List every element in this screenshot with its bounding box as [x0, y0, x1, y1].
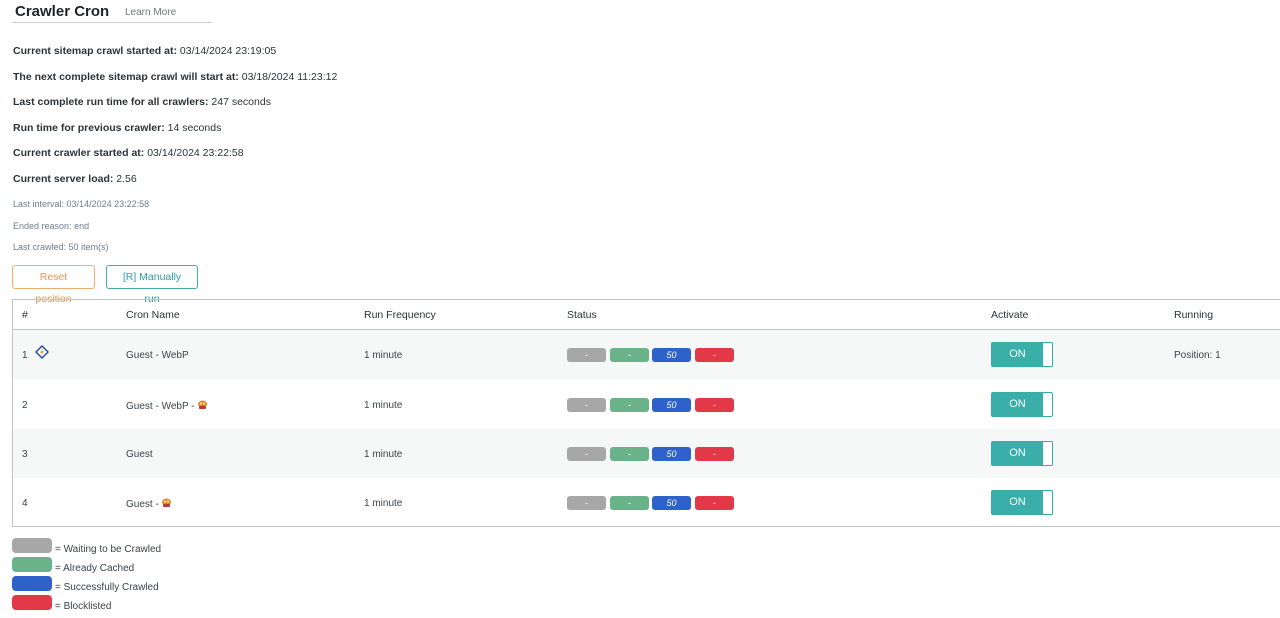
bot-icon [197, 400, 207, 409]
status-blocklisted: - [695, 447, 734, 461]
status-crawled: 50 [652, 348, 691, 362]
ended-reason: Ended reason: end [13, 221, 90, 231]
table-header: # Cron Name Run Frequency Status Activat… [13, 300, 1280, 330]
status-crawled: 50 [652, 398, 691, 412]
activate-toggle[interactable]: ON [991, 490, 1053, 515]
run-frequency: 1 minute [364, 498, 403, 509]
status-cached: - [610, 447, 649, 461]
table-row: 2 Guest - WebP - 1 minute - - 50 - ON [13, 380, 1280, 429]
row-number: 1 [22, 350, 28, 361]
legend-swatch-blocklisted [12, 595, 52, 610]
status-crawled: 50 [652, 447, 691, 461]
current-crawler-started: Current crawler started at: 03/14/2024 2… [13, 147, 244, 159]
running-position: Position: 1 [1174, 350, 1221, 361]
row-number: 4 [22, 498, 28, 509]
status-blocklisted: - [695, 348, 734, 362]
legend-blocklisted: = Blocklisted [55, 601, 112, 612]
legend-swatch-waiting [12, 538, 52, 553]
cron-name: Guest - WebP [126, 350, 189, 361]
previous-crawler-run-time: Run time for previous crawler: 14 second… [13, 122, 222, 134]
litespeed-icon [35, 345, 49, 359]
col-cron-name: Cron Name [126, 309, 180, 321]
col-number: # [22, 309, 28, 321]
crawler-table: # Cron Name Run Frequency Status Activat… [12, 299, 1280, 527]
status-crawled: 50 [652, 496, 691, 510]
status-cached: - [610, 496, 649, 510]
col-run-frequency: Run Frequency [364, 309, 436, 321]
last-crawled: Last crawled: 50 item(s) [13, 242, 109, 252]
cron-name: Guest [126, 449, 153, 460]
last-complete-run-time: Last complete run time for all crawlers:… [13, 96, 271, 108]
bot-icon [161, 498, 171, 507]
col-status: Status [567, 309, 597, 321]
last-interval: Last interval: 03/14/2024 23:22:58 [13, 199, 150, 209]
status-waiting: - [567, 398, 606, 412]
legend-swatch-cached [12, 557, 52, 572]
legend-swatch-crawled [12, 576, 52, 591]
status-blocklisted: - [695, 496, 734, 510]
status-cached: - [610, 398, 649, 412]
table-row: 1 Guest - WebP 1 minute - - 50 - ON Posi… [13, 330, 1280, 379]
cron-name-wrap: Guest - WebP - [126, 400, 208, 412]
activate-toggle[interactable]: ON [991, 342, 1053, 367]
legend-crawled: = Successfully Crawled [55, 582, 159, 593]
reset-position-button[interactable]: Reset position [12, 265, 95, 305]
row-number: 3 [22, 449, 28, 460]
learn-more-link[interactable]: Learn More [125, 7, 176, 18]
page-title: Crawler Cron [15, 3, 110, 20]
current-server-load: Current server load: 2.56 [13, 173, 137, 185]
row-number: 2 [22, 400, 28, 411]
cron-name-wrap: Guest - [126, 498, 172, 510]
manually-run-button[interactable]: [R] Manually run [106, 265, 198, 305]
page-header: Crawler Cron Learn More [12, 0, 212, 23]
status-blocklisted: - [695, 398, 734, 412]
legend-waiting: = Waiting to be Crawled [55, 544, 162, 555]
sitemap-crawl-started: Current sitemap crawl started at: 03/14/… [13, 45, 277, 57]
next-sitemap-crawl: The next complete sitemap crawl will sta… [13, 71, 338, 83]
table-row: 3 Guest 1 minute - - 50 - ON [13, 429, 1280, 478]
cron-name: Guest - [126, 499, 159, 510]
run-frequency: 1 minute [364, 350, 403, 361]
legend-cached: = Already Cached [55, 563, 135, 574]
col-running: Running [1174, 309, 1214, 321]
cron-name: Guest - WebP - [126, 401, 195, 412]
status-cached: - [610, 348, 649, 362]
activate-toggle[interactable]: ON [991, 392, 1053, 417]
col-activate: Activate [991, 309, 1029, 321]
table-row: 4 Guest - 1 minute - - 50 - ON [13, 478, 1280, 527]
run-frequency: 1 minute [364, 400, 403, 411]
activate-toggle[interactable]: ON [991, 441, 1053, 466]
status-waiting: - [567, 348, 606, 362]
status-waiting: - [567, 496, 606, 510]
status-waiting: - [567, 447, 606, 461]
run-frequency: 1 minute [364, 449, 403, 460]
